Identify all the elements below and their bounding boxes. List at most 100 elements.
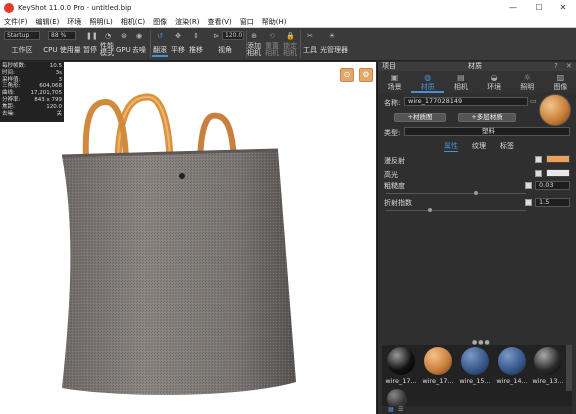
menu-bar: 文件(F) 编辑(E) 环境 照明(L) 相机(C) 图像 渲染(R) 查看(V… bbox=[0, 16, 576, 28]
dolly-button[interactable]: 推移 bbox=[188, 44, 204, 57]
maximize-button[interactable]: ☐ bbox=[526, 0, 552, 16]
stat-label: 时间: bbox=[2, 69, 15, 76]
perspective-button[interactable]: 视角 bbox=[212, 44, 238, 57]
window-title: KeyShot 11.0.0 Pro - untitled.bip bbox=[18, 4, 132, 12]
viewport-camera-icon[interactable]: ⊙ bbox=[340, 68, 354, 82]
tools-icon[interactable]: ✂ bbox=[306, 32, 314, 40]
stat-value: 3s bbox=[55, 69, 62, 76]
library-item-label[interactable]: wire_17... bbox=[421, 377, 455, 385]
tab-camera[interactable]: ▤ 相机 bbox=[444, 71, 477, 93]
pick-material-icon[interactable]: ▭ bbox=[530, 97, 537, 105]
roughness-input[interactable]: 0.03 bbox=[535, 181, 570, 190]
specular-texture-icon[interactable] bbox=[535, 170, 542, 177]
lock-camera-icon: 🔒 bbox=[286, 32, 295, 40]
menu-file[interactable]: 文件(F) bbox=[0, 16, 32, 28]
roughness-label: 粗糙度 bbox=[384, 182, 405, 190]
camera-icon: ▤ bbox=[457, 73, 465, 82]
close-button[interactable]: ✕ bbox=[550, 0, 576, 16]
help-icon[interactable]: ? bbox=[554, 62, 558, 71]
library-item-thumbnail[interactable] bbox=[387, 347, 415, 375]
library-item-thumbnail[interactable] bbox=[498, 347, 526, 375]
specular-label: 高光 bbox=[384, 171, 398, 179]
material-type-select[interactable]: 塑料 bbox=[404, 127, 570, 136]
add-camera-button[interactable]: 添加相机 bbox=[246, 43, 262, 57]
gpu-button[interactable]: GPU bbox=[116, 44, 131, 57]
library-item-label[interactable]: wire_13... bbox=[531, 377, 565, 385]
tab-image[interactable]: ▨ 图像 bbox=[544, 71, 576, 93]
material-preview[interactable] bbox=[539, 94, 571, 126]
library-item-label[interactable]: wire_15... bbox=[458, 377, 492, 385]
ior-slider-handle[interactable] bbox=[428, 208, 432, 212]
light-manager-icon[interactable]: ☀ bbox=[328, 32, 336, 40]
diffuse-color-swatch[interactable] bbox=[546, 155, 570, 163]
subtab-labels[interactable]: 标签 bbox=[500, 141, 514, 151]
ior-input[interactable]: 1.5 bbox=[535, 198, 570, 207]
subtab-textures[interactable]: 纹理 bbox=[472, 141, 486, 151]
specular-color-swatch[interactable] bbox=[546, 169, 570, 177]
denoise-button[interactable]: 去噪 bbox=[130, 44, 148, 57]
tab-lighting[interactable]: ☼ 照明 bbox=[511, 71, 544, 93]
subtab-properties[interactable]: 属性 bbox=[444, 141, 458, 152]
cpu-usage-select[interactable]: 88 % bbox=[48, 31, 76, 40]
light-manager-button[interactable]: 光管理器 bbox=[318, 44, 350, 57]
pause-icon[interactable]: ❚❚ bbox=[86, 32, 98, 40]
tumble-button[interactable]: 翻滚 bbox=[152, 44, 168, 57]
minimize-button[interactable]: — bbox=[500, 0, 526, 16]
library-item-thumbnail[interactable] bbox=[461, 347, 489, 375]
pan-button[interactable]: 平移 bbox=[170, 44, 186, 57]
cpu-usage-button[interactable]: CPU 使用量 bbox=[42, 44, 82, 57]
roughness-texture-icon[interactable] bbox=[525, 182, 532, 189]
dolly-icon[interactable]: ⇕ bbox=[192, 32, 200, 40]
grid-view-icon[interactable]: ▦ bbox=[388, 406, 394, 413]
tote-bag-render bbox=[61, 93, 296, 395]
menu-help[interactable]: 帮助(H) bbox=[258, 16, 291, 28]
perspective-icon[interactable]: ⊳ bbox=[212, 32, 220, 40]
library-scrollbar[interactable] bbox=[566, 345, 572, 391]
pan-icon[interactable]: ✥ bbox=[174, 32, 182, 40]
denoise-icon[interactable]: ◉ bbox=[135, 32, 143, 40]
multi-layer-material-button[interactable]: +多层材质 bbox=[458, 113, 516, 122]
material-name-input[interactable]: wire_177028149 bbox=[404, 97, 528, 106]
menu-camera[interactable]: 相机(C) bbox=[117, 16, 149, 28]
stat-label: 每秒帧数: bbox=[2, 63, 26, 69]
menu-image[interactable]: 图像 bbox=[149, 16, 171, 28]
tab-material[interactable]: ◍ 材质 bbox=[411, 71, 445, 93]
menu-environment[interactable]: 环境 bbox=[63, 16, 85, 28]
tab-label: 图像 bbox=[553, 83, 568, 91]
library-item-label[interactable]: wire_17... bbox=[384, 377, 418, 385]
title-bar: KeyShot 11.0.0 Pro - untitled.bip — ☐ ✕ bbox=[0, 0, 576, 16]
material-graph-button[interactable]: +材质图 bbox=[394, 113, 446, 122]
pause-button[interactable]: 暂停 bbox=[82, 44, 98, 57]
stat-label: 曲线: bbox=[2, 90, 15, 97]
menu-window[interactable]: 窗口 bbox=[236, 16, 258, 28]
workspace-button[interactable]: 工作区 bbox=[4, 44, 40, 57]
roughness-slider-handle[interactable] bbox=[474, 191, 478, 195]
add-camera-icon[interactable]: ⊕ bbox=[250, 32, 258, 40]
close-panel-icon[interactable]: ✕ bbox=[566, 62, 572, 71]
panel-header: 项目 材质 ? ✕ bbox=[378, 62, 576, 71]
library-footer: ▦ ☰ bbox=[382, 406, 572, 414]
viewport-settings-icon[interactable]: ⚙ bbox=[359, 68, 373, 82]
menu-lighting[interactable]: 照明(L) bbox=[85, 16, 116, 28]
menu-edit[interactable]: 编辑(E) bbox=[32, 16, 64, 28]
performance-mode-button[interactable]: 性能模式 bbox=[98, 43, 116, 57]
gpu-icon[interactable]: ⊛ bbox=[120, 32, 128, 40]
ior-slider[interactable] bbox=[386, 210, 526, 211]
keyshot-logo-icon bbox=[4, 3, 14, 13]
library-item-thumbnail[interactable] bbox=[424, 347, 452, 375]
menu-render[interactable]: 渲染(R) bbox=[171, 16, 203, 28]
library-item-thumbnail[interactable] bbox=[534, 347, 562, 375]
roughness-slider[interactable] bbox=[386, 193, 526, 194]
performance-icon[interactable]: ◔ bbox=[104, 32, 112, 40]
tab-environment[interactable]: ◒ 环境 bbox=[478, 71, 511, 93]
library-item-label[interactable]: wire_14... bbox=[495, 377, 529, 385]
list-view-icon[interactable]: ☰ bbox=[398, 406, 403, 413]
zoom-field[interactable]: 120.0 bbox=[222, 31, 244, 40]
diffuse-texture-icon[interactable] bbox=[535, 156, 542, 163]
tab-scene[interactable]: ▣ 场景 bbox=[378, 71, 411, 93]
ior-texture-icon[interactable] bbox=[525, 199, 532, 206]
tools-button[interactable]: 工具 bbox=[302, 44, 318, 57]
tumble-icon[interactable]: ↺ bbox=[156, 32, 164, 40]
workspace-select[interactable]: Startup bbox=[4, 31, 40, 40]
menu-view[interactable]: 查看(V) bbox=[203, 16, 235, 28]
